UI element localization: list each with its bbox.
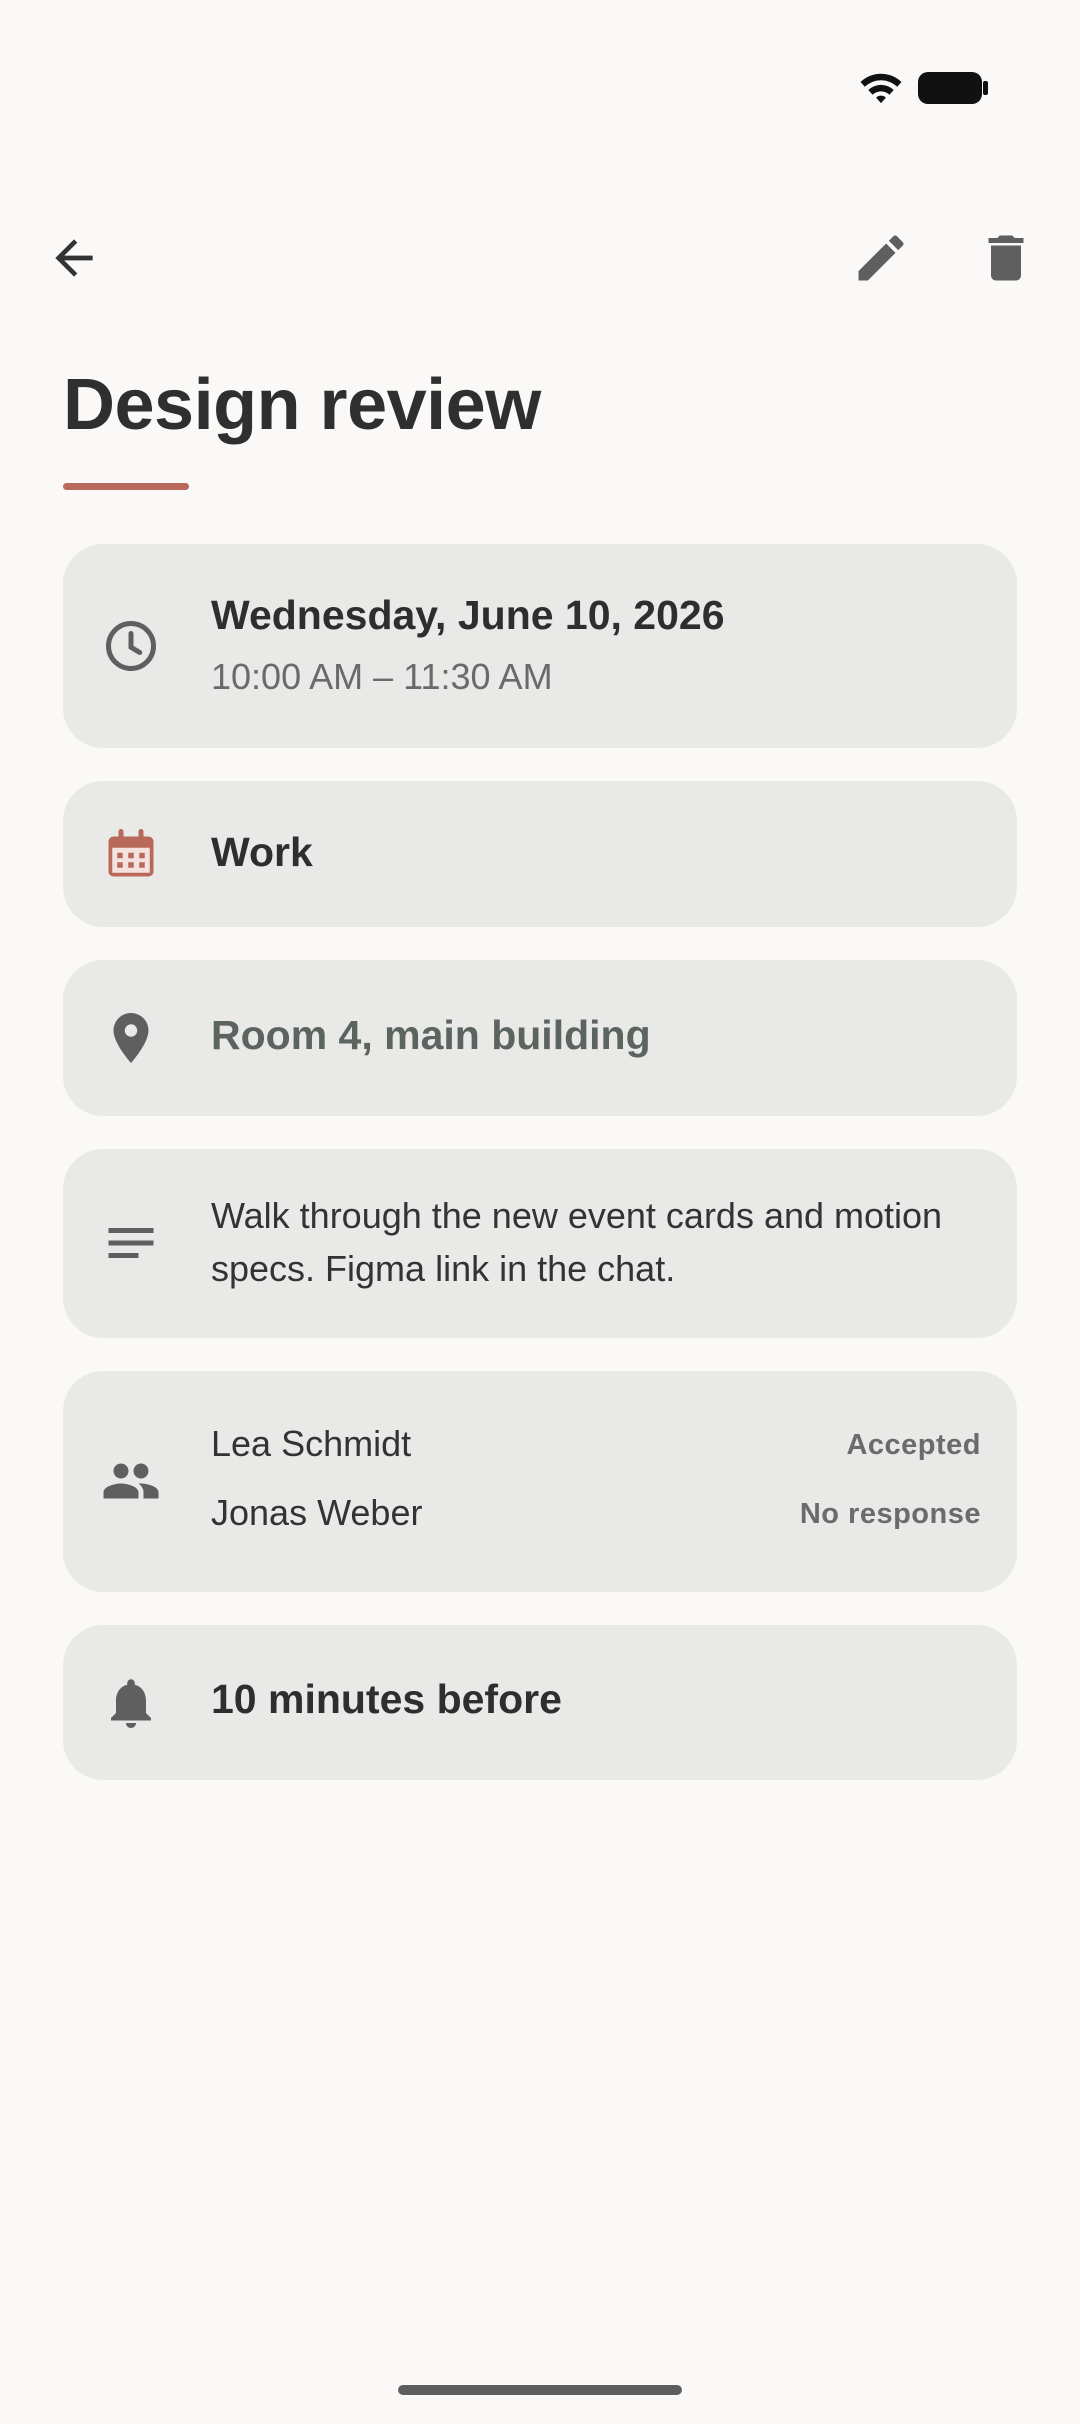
attendee-status: Accepted (846, 1429, 981, 1461)
reminder-card[interactable]: 10 minutes before (63, 1625, 1017, 1780)
location-pin-icon (101, 1008, 161, 1068)
pencil-icon (858, 235, 904, 281)
home-indicator[interactable] (398, 2385, 682, 2395)
notes-icon (101, 1213, 161, 1273)
back-button[interactable] (26, 210, 122, 306)
event-location: Room 4, main building (211, 1012, 651, 1058)
datetime-card[interactable]: Wednesday, June 10, 2026 10:00 AM – 11:3… (63, 544, 1017, 748)
calendar-icon (101, 824, 161, 884)
attendee-name: Jonas Weber (211, 1492, 423, 1533)
attendees-card[interactable]: Lea Schmidt Accepted Jonas Weber No resp… (63, 1371, 1017, 1592)
top-app-bar (0, 210, 1080, 310)
battery-icon (918, 72, 988, 104)
bell-icon (101, 1673, 161, 1733)
clock-icon (101, 616, 161, 676)
calendar-name: Work (211, 829, 313, 875)
trash-icon (988, 235, 1024, 281)
calendar-card[interactable]: Work (63, 781, 1017, 927)
title-accent-underline (63, 483, 189, 490)
edit-button[interactable] (833, 210, 929, 306)
event-title: Design review (63, 365, 541, 445)
status-bar (0, 0, 1080, 120)
wifi-icon (860, 73, 902, 104)
notes-card[interactable]: Walk through the new event cards and mot… (63, 1149, 1017, 1338)
attendee-row: Jonas Weber No response (211, 1492, 981, 1542)
location-card[interactable]: Room 4, main building (63, 960, 1017, 1116)
event-notes: Walk through the new event cards and mot… (211, 1195, 943, 1289)
attendee-row: Lea Schmidt Accepted (211, 1423, 981, 1473)
people-icon (101, 1451, 161, 1511)
event-date: Wednesday, June 10, 2026 (211, 592, 725, 638)
event-time-range: 10:00 AM – 11:30 AM (211, 656, 553, 697)
delete-button[interactable] (958, 210, 1054, 306)
reminder-text: 10 minutes before (211, 1676, 562, 1722)
attendee-name: Lea Schmidt (211, 1423, 412, 1464)
attendee-status: No response (799, 1498, 981, 1530)
arrow-back-icon (55, 239, 93, 277)
